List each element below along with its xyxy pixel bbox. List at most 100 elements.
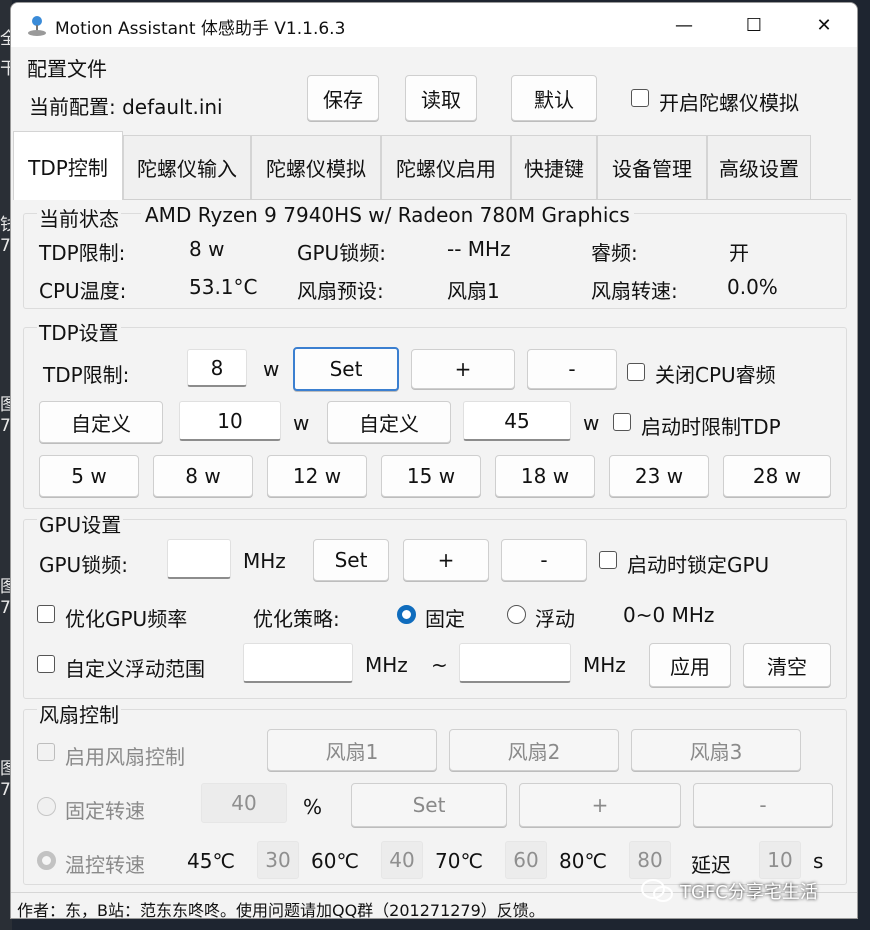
tab-gyro-enable[interactable]: 陀螺仪启用 bbox=[381, 135, 511, 199]
temp-speed-radio[interactable] bbox=[37, 851, 56, 870]
preset-23w-button[interactable]: 23 w bbox=[609, 455, 709, 497]
range-max-input[interactable] bbox=[459, 643, 571, 683]
limit-on-start-label: 启动时限制TDP bbox=[641, 415, 781, 439]
title-bar[interactable]: Motion Assistant 体感助手 V1.1.6.3 — ☐ ✕ bbox=[11, 3, 857, 47]
fixed-speed-input[interactable]: 40 bbox=[201, 783, 287, 823]
status-title: 当前状态 bbox=[37, 203, 121, 232]
tdp-limit-label: TDP限制: bbox=[43, 363, 130, 387]
tab-hotkeys[interactable]: 快捷键 bbox=[511, 135, 597, 199]
temp-point-3: 70℃ bbox=[435, 849, 483, 873]
temp-point-2: 60℃ bbox=[311, 849, 359, 873]
minimize-button[interactable]: — bbox=[649, 3, 719, 47]
fan-control-title: 风扇控制 bbox=[37, 699, 121, 728]
preset-5w-button[interactable]: 5 w bbox=[39, 455, 139, 497]
tab-tdp-control[interactable]: TDP控制 bbox=[13, 131, 123, 200]
app-window: Motion Assistant 体感助手 V1.1.6.3 — ☐ ✕ 配置文… bbox=[10, 2, 858, 919]
preset-15w-button[interactable]: 15 w bbox=[381, 455, 481, 497]
watermark-text: TGFC分享宅生活 bbox=[680, 882, 818, 903]
strategy-float-label: 浮动 bbox=[535, 607, 575, 631]
disable-boost-label: 关闭CPU睿频 bbox=[655, 363, 776, 387]
tab-advanced-settings[interactable]: 高级设置 bbox=[707, 135, 811, 199]
custom-tdp-1-button[interactable]: 自定义 bbox=[39, 401, 163, 443]
config-section-title: 配置文件 bbox=[27, 57, 107, 81]
status-fan-speed-value: 0.0% bbox=[727, 275, 778, 299]
fan3-button[interactable]: 风扇3 bbox=[631, 729, 801, 771]
close-button[interactable]: ✕ bbox=[789, 3, 857, 47]
tdp-settings-title: TDP设置 bbox=[37, 317, 121, 346]
custom-tdp-2-button[interactable]: 自定义 bbox=[327, 401, 451, 443]
gpu-lock-on-start-label: 启动时锁定GPU bbox=[627, 553, 770, 577]
tdp-unit: w bbox=[263, 357, 280, 381]
gpu-lock-on-start-checkbox[interactable] bbox=[599, 551, 617, 569]
temp-speed-label: 温控转速 bbox=[65, 853, 145, 877]
temp-point-1: 45℃ bbox=[187, 849, 235, 873]
status-fan-preset-value: 风扇1 bbox=[447, 279, 500, 303]
range-separator: ~ bbox=[431, 653, 448, 677]
temp-point-4: 80℃ bbox=[559, 849, 607, 873]
preset-8w-button[interactable]: 8 w bbox=[153, 455, 253, 497]
status-boost-label: 睿频: bbox=[591, 241, 638, 265]
tdp-minus-button[interactable]: - bbox=[527, 349, 617, 389]
temp-speed-1-input[interactable]: 30 bbox=[257, 841, 299, 879]
maximize-button[interactable]: ☐ bbox=[719, 3, 789, 47]
tdp-set-button[interactable]: Set bbox=[293, 347, 399, 391]
temp-speed-4-input[interactable]: 80 bbox=[629, 841, 671, 879]
custom-tdp-2-unit: w bbox=[583, 411, 600, 435]
status-tdp-value: 8 w bbox=[189, 237, 225, 261]
watermark: TGFC分享宅生活 bbox=[640, 878, 818, 904]
status-gpu-lock-value: -- MHz bbox=[447, 237, 511, 261]
status-tdp-label: TDP限制: bbox=[39, 241, 126, 265]
load-button[interactable]: 读取 bbox=[405, 75, 477, 121]
disable-boost-checkbox[interactable] bbox=[627, 363, 645, 381]
preset-12w-button[interactable]: 12 w bbox=[267, 455, 367, 497]
custom-tdp-1-input[interactable]: 10 bbox=[179, 401, 281, 441]
gyro-sim-checkbox[interactable] bbox=[631, 89, 649, 107]
cpu-name: AMD Ryzen 9 7940HS w/ Radeon 780M Graphi… bbox=[141, 203, 634, 227]
tdp-limit-input[interactable]: 8 bbox=[187, 349, 247, 387]
save-button[interactable]: 保存 bbox=[307, 75, 379, 121]
custom-range-checkbox[interactable] bbox=[37, 655, 55, 673]
fan2-button[interactable]: 风扇2 bbox=[449, 729, 619, 771]
fan1-button[interactable]: 风扇1 bbox=[267, 729, 437, 771]
enable-fan-checkbox[interactable] bbox=[37, 743, 55, 761]
status-boost-value: 开 bbox=[729, 241, 749, 265]
fixed-speed-radio[interactable] bbox=[37, 797, 56, 816]
gyro-sim-label: 开启陀螺仪模拟 bbox=[659, 91, 799, 115]
tdp-plus-button[interactable]: + bbox=[411, 349, 515, 389]
tab-gyro-input[interactable]: 陀螺仪输入 bbox=[123, 135, 251, 199]
temp-speed-2-input[interactable]: 40 bbox=[381, 841, 423, 879]
gpu-set-button[interactable]: Set bbox=[313, 539, 389, 581]
tab-device-management[interactable]: 设备管理 bbox=[597, 135, 707, 199]
limit-on-start-checkbox[interactable] bbox=[613, 413, 631, 431]
range-min-input[interactable] bbox=[243, 643, 353, 683]
strategy-float-radio[interactable] bbox=[507, 605, 526, 624]
percent-unit: % bbox=[303, 795, 323, 819]
fan-plus-button[interactable]: + bbox=[519, 783, 681, 827]
preset-18w-button[interactable]: 18 w bbox=[495, 455, 595, 497]
strategy-label: 优化策略: bbox=[253, 607, 340, 631]
gpu-range-text: 0~0 MHz bbox=[623, 603, 715, 627]
delay-input[interactable]: 10 bbox=[759, 841, 801, 879]
fixed-speed-label: 固定转速 bbox=[65, 799, 145, 823]
status-cpu-temp-value: 53.1°C bbox=[189, 275, 258, 299]
strategy-fixed-label: 固定 bbox=[425, 607, 465, 631]
tab-gyro-simulation[interactable]: 陀螺仪模拟 bbox=[251, 135, 381, 199]
gpu-lock-input[interactable] bbox=[167, 539, 231, 579]
wechat-icon bbox=[641, 879, 673, 902]
status-fan-speed-label: 风扇转速: bbox=[591, 279, 678, 303]
optimize-gpu-checkbox[interactable] bbox=[37, 605, 55, 623]
gpu-lock-unit: MHz bbox=[243, 549, 286, 573]
clear-button[interactable]: 清空 bbox=[743, 643, 831, 687]
apply-button[interactable]: 应用 bbox=[649, 643, 731, 687]
temp-speed-3-input[interactable]: 60 bbox=[505, 841, 547, 879]
fan-minus-button[interactable]: - bbox=[693, 783, 833, 827]
fan-set-button[interactable]: Set bbox=[351, 783, 507, 827]
gpu-plus-button[interactable]: + bbox=[403, 539, 489, 581]
delay-label: 延迟 bbox=[691, 853, 731, 877]
preset-28w-button[interactable]: 28 w bbox=[723, 455, 831, 497]
gpu-minus-button[interactable]: - bbox=[501, 539, 587, 581]
enable-fan-label: 启用风扇控制 bbox=[65, 745, 185, 769]
strategy-fixed-radio[interactable] bbox=[397, 605, 416, 624]
default-button[interactable]: 默认 bbox=[511, 75, 597, 121]
custom-tdp-2-input[interactable]: 45 bbox=[463, 401, 571, 441]
